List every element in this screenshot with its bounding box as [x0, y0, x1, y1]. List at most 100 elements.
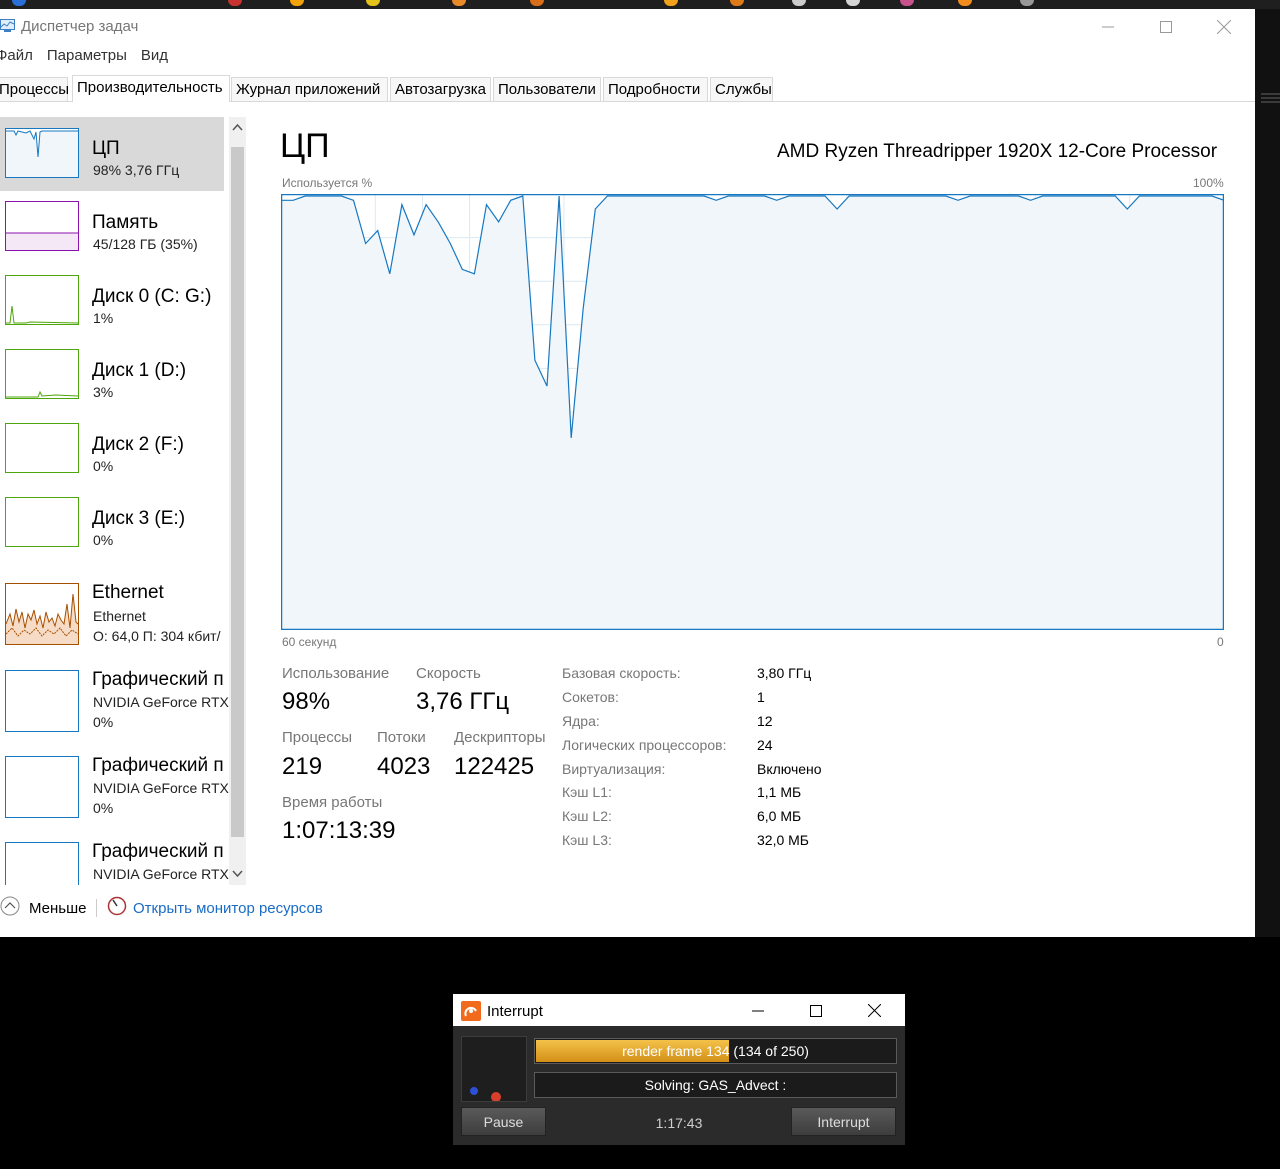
sidebar-item-memory[interactable]: Память 45/128 ГБ (35%) [0, 191, 224, 265]
interrupt-button[interactable]: Interrupt [791, 1107, 896, 1136]
taskbar-app-icon[interactable] [366, 0, 380, 6]
info-label: Базовая скорость: [562, 665, 681, 681]
taskbar-app-icon[interactable] [12, 0, 26, 6]
simulation-preview [461, 1036, 527, 1102]
sidebar-item-label: Диск 1 (D:) [92, 360, 187, 381]
cpu-thumbnail [5, 128, 79, 178]
sidebar-item-label: Диск 0 (C: G:) [92, 286, 212, 307]
desktop-taskbar-strip [0, 0, 1280, 9]
info-label: Кэш L3: [562, 832, 612, 848]
taskbar-app-icon[interactable] [664, 0, 678, 6]
info-label: Виртуализация: [562, 761, 666, 777]
info-label: Логических процессоров: [562, 737, 727, 753]
status-bar: Solving: GAS_Advect : [534, 1072, 897, 1098]
taskbar-app-icon[interactable] [958, 0, 972, 6]
gpu-thumbnail [5, 670, 79, 732]
scrollbar-thumb[interactable] [231, 147, 244, 837]
minimize-button[interactable] [1079, 9, 1137, 45]
info-value: 3,80 ГГц [757, 665, 812, 681]
speed-label: Скорость [416, 665, 481, 682]
gpu-thumbnail [5, 756, 79, 818]
threads-value: 4023 [377, 753, 431, 780]
info-label: Кэш L2: [562, 808, 612, 824]
close-button[interactable] [1195, 9, 1253, 45]
sidebar-item-value: 0% [93, 458, 114, 474]
info-value: 24 [757, 737, 773, 753]
taskbar-app-icon[interactable] [792, 0, 806, 6]
taskbar-app-icon[interactable] [290, 0, 304, 6]
tab-app-history[interactable]: Журнал приложений [231, 77, 388, 101]
tab-performance[interactable]: Производительность [72, 75, 230, 102]
sidebar-item-disk-2[interactable]: Диск 2 (F:) 0% [0, 413, 224, 487]
taskbar-app-icon[interactable] [228, 0, 242, 6]
usage-value: 98% [282, 688, 331, 715]
sidebar-item-label: ЦП [92, 138, 120, 159]
sidebar-item-disk-1[interactable]: Диск 1 (D:) 3% [0, 339, 224, 413]
tab-startup[interactable]: Автозагрузка [390, 77, 491, 101]
gpu-thumbnail [5, 842, 79, 885]
info-label: Сокетов: [562, 689, 619, 705]
info-value: Включено [757, 761, 822, 777]
fewer-details-icon[interactable] [0, 896, 20, 916]
sidebar-item-cpu[interactable]: ЦП 98% 3,76 ГГц [0, 117, 224, 191]
sidebar-item-gpu-0[interactable]: Графический п NVIDIA GeForce RTX 0% [0, 665, 229, 751]
interrupt-dialog: Interrupt render frame 134 (134 of 250) … [453, 994, 905, 1145]
sidebar-item-value: 45/128 ГБ (35%) [93, 236, 198, 252]
open-resource-monitor-link[interactable]: Открыть монитор ресурсов [133, 900, 323, 917]
graph-y-label: Используется % [282, 176, 373, 190]
disk-thumbnail-graph [6, 390, 78, 398]
info-value: 1 [757, 689, 765, 705]
taskbar-app-icon[interactable] [730, 0, 744, 6]
close-icon[interactable] [868, 1004, 881, 1017]
sidebar-item-value: 1% [93, 310, 114, 326]
dialog-title-bar[interactable]: Interrupt [453, 994, 905, 1026]
maximize-button[interactable] [1137, 9, 1195, 45]
minimize-icon[interactable] [752, 1005, 764, 1017]
ethernet-thumbnail [5, 583, 79, 645]
fewer-details-button[interactable]: Меньше [29, 900, 86, 917]
footer-divider [96, 899, 97, 917]
handles-value: 122425 [454, 753, 535, 780]
sidebar-item-adapter: Ethernet [93, 608, 146, 624]
scroll-up-icon[interactable] [232, 123, 243, 131]
sidebar-item-gpu-2[interactable]: Графический п NVIDIA GeForce RTX [0, 837, 229, 885]
sidebar-item-gpu-1[interactable]: Графический п NVIDIA GeForce RTX 0% [0, 751, 229, 837]
memory-thumbnail-graph [6, 232, 78, 250]
threads-label: Потоки [377, 729, 426, 746]
menu-view[interactable]: Вид [141, 47, 168, 64]
sidebar-item-ethernet[interactable]: Ethernet Ethernet О: 64,0 П: 304 кбит/ [0, 561, 224, 645]
sidebar-scrollbar[interactable] [229, 117, 246, 885]
menu-file[interactable]: Файл [0, 47, 33, 64]
processes-value: 219 [282, 753, 323, 780]
tab-processes[interactable]: Процессы [0, 77, 69, 101]
graph-min-label: 0 [1217, 635, 1224, 649]
minimize-icon [1102, 26, 1114, 28]
taskbar-app-icon[interactable] [846, 0, 860, 6]
menu-options[interactable]: Параметры [47, 47, 127, 64]
info-label: Ядра: [562, 713, 600, 729]
preview-thumbnail [470, 1087, 501, 1102]
taskbar-app-icon[interactable] [452, 0, 466, 6]
tab-services[interactable]: Службы [710, 77, 773, 101]
disk-thumbnail [5, 275, 79, 325]
taskbar-app-icon[interactable] [1020, 0, 1034, 6]
tab-users[interactable]: Пользователи [493, 77, 601, 101]
uptime-value: 1:07:13:39 [282, 817, 396, 844]
taskbar-app-icon[interactable] [530, 0, 544, 6]
sidebar-item-label: Память [92, 212, 159, 233]
disk-thumbnail [5, 349, 79, 399]
maximize-icon[interactable] [810, 1005, 822, 1017]
tab-bar: Процессы Производительность Журнал прило… [0, 75, 1255, 102]
tab-details[interactable]: Подробности [603, 77, 708, 101]
sidebar-item-label: Графический п [92, 755, 224, 776]
disk-thumbnail [5, 423, 79, 473]
sidebar-item-disk-3[interactable]: Диск 3 (E:) 0% [0, 487, 224, 561]
title-bar[interactable]: Диспетчер задач [0, 9, 1255, 45]
sidebar-item-disk-0[interactable]: Диск 0 (C: G:) 1% [0, 265, 224, 339]
taskbar-app-icon[interactable] [900, 0, 914, 6]
background-window-edge [1255, 9, 1280, 937]
maximize-icon [1160, 21, 1172, 33]
memory-thumbnail [5, 201, 79, 251]
resource-sidebar: ЦП 98% 3,76 ГГц Память 45/128 ГБ (35%) Д… [0, 117, 229, 885]
scroll-down-icon[interactable] [232, 870, 243, 878]
